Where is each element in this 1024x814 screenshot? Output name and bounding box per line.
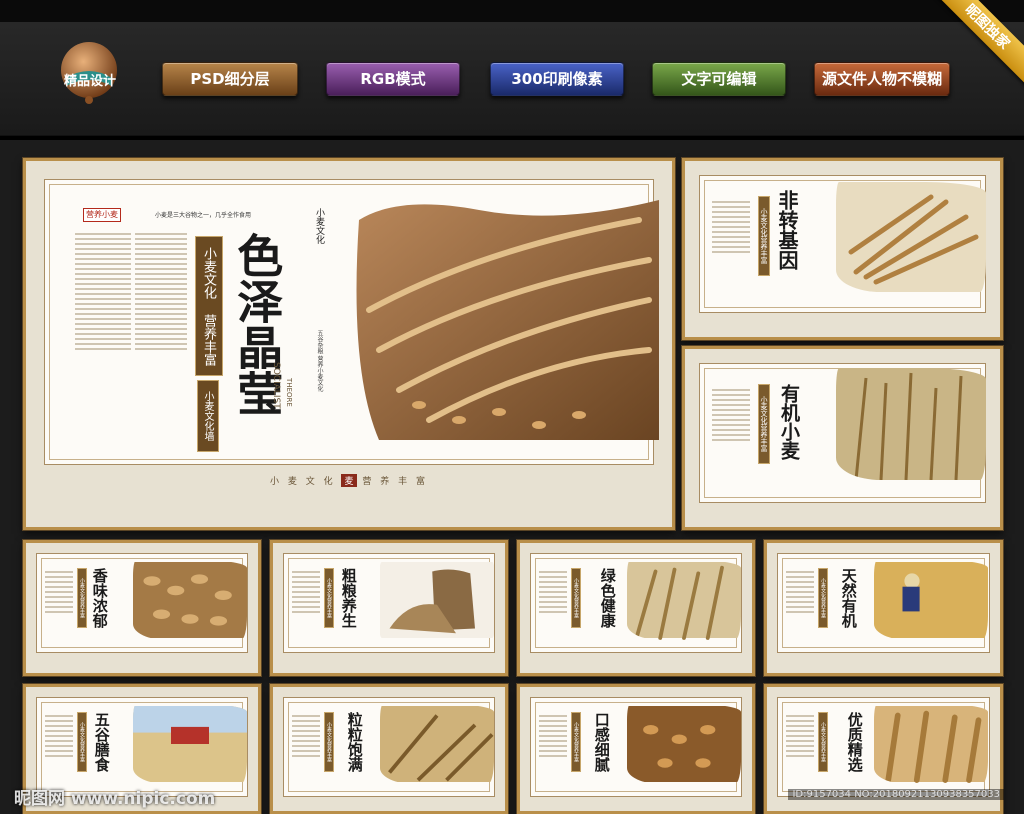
bottom-bar: [273, 659, 505, 667]
board-title: 粗粮养生: [339, 568, 358, 628]
board-natural-organic: 小麦文化营养丰富 天然有机: [764, 540, 1003, 676]
culture-strip: 小麦文化营养丰富: [818, 712, 828, 772]
wheat-photo: [874, 706, 988, 783]
bottom-bar: [685, 323, 1000, 331]
board-non-gmo: 小麦文化营养丰富 非转基因: [682, 158, 1003, 340]
bottom-bar: [685, 513, 1000, 521]
text-block: [539, 712, 567, 782]
board-rich-aroma: 小麦文化营养丰富 香味浓郁: [23, 540, 261, 676]
culture-strip: 小麦文化营养丰富: [324, 568, 334, 628]
culture-strip: 小麦文化营养丰富: [571, 712, 581, 772]
board-title: 绿色健康: [598, 568, 617, 628]
board-panel: 小麦文化营养丰富 口感细腻: [530, 697, 742, 797]
side-calligraphy: 小麦文化: [314, 208, 324, 244]
culture-strip: 小麦文化营养丰富: [758, 196, 770, 276]
board-panel: 小麦文化营养丰富 粒粒饱满: [283, 697, 495, 797]
main-board-panel: 营养小麦 小麦是三大谷物之一，几乎全作食用 小麦文化 营养丰富 小麦文化墙 色泽…: [44, 179, 659, 465]
board-title: 有机小麦: [777, 384, 800, 460]
bottom-text-2: 营 养 丰 富: [362, 477, 428, 487]
board-panel: 小麦文化营养丰富 有机小麦: [699, 363, 986, 503]
harvester-photo: [133, 706, 247, 782]
text-block: [292, 712, 320, 782]
nutrition-tag: 营养小麦: [83, 208, 121, 222]
board-coarse-grain: 小麦文化营养丰富 粗粮养生: [270, 540, 508, 676]
text-block: [712, 198, 750, 288]
site-watermark: 昵图网 www.nipic.com: [14, 789, 216, 809]
board-title: 优质精选: [845, 712, 864, 772]
culture-wall-strip: 小麦文化墙: [197, 380, 219, 452]
wheat-photo: [380, 706, 494, 782]
board-panel: 小麦文化营养丰富 粗粮养生: [283, 553, 495, 653]
bottom-bar: [767, 659, 1000, 667]
board-title: 非转基因: [775, 190, 799, 270]
board-title: 天然有机: [839, 568, 858, 628]
logo-label: 精品设计: [63, 74, 116, 89]
text-block: [786, 712, 814, 782]
bottom-text: 小 麦 文 化: [270, 477, 336, 487]
farmer-harvest-photo: [874, 562, 988, 638]
board-panel: 小麦文化营养丰富 绿色健康: [530, 553, 742, 653]
culture-strip: 小麦文化营养丰富: [758, 384, 770, 464]
text-block: [45, 568, 73, 638]
wheat-grains-photo: [627, 706, 741, 782]
culture-strip: 小麦文化 营养丰富: [195, 236, 223, 376]
bottom-box: 麦: [341, 474, 357, 487]
middle-text-block: [135, 230, 187, 430]
culture-strip: 小麦文化营养丰富: [77, 712, 87, 772]
text-block: [712, 386, 750, 476]
bottom-bar: [520, 659, 752, 667]
board-panel: 小麦文化营养丰富 五谷膳食: [36, 697, 248, 797]
wheat-field-photo: [836, 368, 986, 480]
board-title: 香味浓郁: [90, 568, 109, 628]
english-label: SOCIALIST: [271, 362, 281, 409]
board-full-grains: 小麦文化营养丰富 粒粒饱满: [270, 684, 508, 814]
culture-strip: 小麦文化营养丰富: [324, 712, 334, 772]
vertical-note: 五谷杂粮 营养小麦文化: [316, 330, 323, 392]
board-title: 口感细腻: [592, 712, 611, 772]
culture-strip: 小麦文化营养丰富: [571, 568, 581, 628]
text-block: [786, 568, 814, 638]
board-green-healthy: 小麦文化营养丰富 绿色健康: [517, 540, 755, 676]
board-panel: 小麦文化营养丰富 天然有机: [777, 553, 990, 653]
text-block: [292, 568, 320, 638]
main-board: 营养小麦 小麦是三大谷物之一，几乎全作食用 小麦文化 营养丰富 小麦文化墙 色泽…: [23, 158, 675, 530]
culture-strip: 小麦文化营养丰富: [77, 568, 87, 628]
text-block: [539, 568, 567, 638]
image-id: ID:9157034 NO:20180921130938357033: [788, 789, 1004, 800]
text-block: [45, 712, 73, 782]
badge-rgb: RGB模式: [326, 62, 460, 96]
board-title: 五谷膳食: [92, 712, 111, 772]
tagline: 小麦是三大谷物之一，几乎全作食用: [155, 212, 252, 219]
badge-editable-text: 文字可编辑: [652, 62, 786, 96]
wheat-grains-photo: [133, 562, 247, 638]
badge-300dpi: 300印刷像素: [490, 62, 624, 96]
english-label-2: THEORE: [285, 378, 293, 407]
wheat-photo: [836, 182, 986, 292]
bottom-bar: [26, 659, 258, 667]
left-text-block: [75, 230, 131, 430]
wheat-photo: [627, 562, 741, 640]
top-strip: [0, 0, 1024, 22]
board-panel: 小麦文化营养丰富 香味浓郁: [36, 553, 248, 653]
board-panel: 小麦文化营养丰富 非转基因: [699, 175, 986, 313]
badge-source-file: 源文件人物不模糊: [814, 62, 950, 96]
flour-sack-photo: [380, 562, 494, 638]
board-organic-wheat: 小麦文化营养丰富 有机小麦: [682, 346, 1003, 530]
wheat-photo: [356, 200, 659, 440]
board-title: 粒粒饱满: [345, 712, 364, 772]
board-panel: 小麦文化营养丰富 优质精选: [777, 697, 990, 797]
culture-strip: 小麦文化营养丰富: [818, 568, 828, 628]
board-delicate-taste: 小麦文化营养丰富 口感细腻: [517, 684, 755, 814]
main-bottom-bar: 小 麦 文 化 麦 营 养 丰 富: [26, 474, 672, 487]
badge-psd: PSD细分层: [162, 62, 298, 96]
